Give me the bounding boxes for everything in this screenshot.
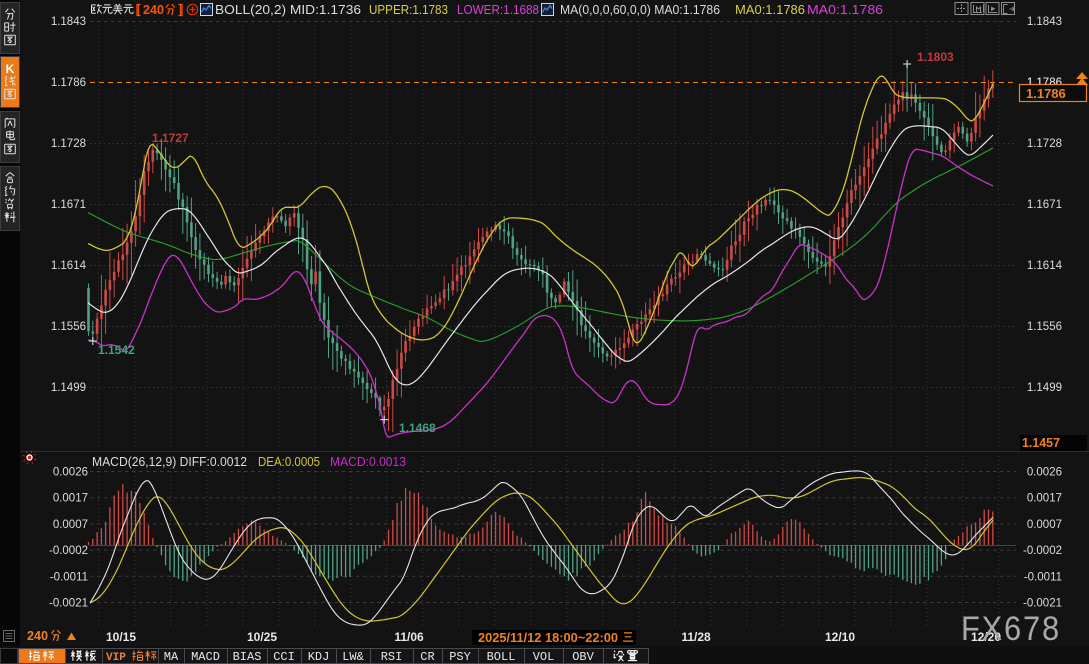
svg-text:1.1786: 1.1786	[51, 77, 86, 89]
svg-text:LW&: LW&	[342, 650, 364, 664]
svg-text:-0.0021: -0.0021	[49, 598, 88, 610]
svg-text:KDJ: KDJ	[308, 650, 330, 664]
svg-text:UPPER:1.1783: UPPER:1.1783	[369, 2, 448, 17]
svg-text:10/15: 10/15	[106, 630, 136, 644]
svg-text:1.1614: 1.1614	[51, 260, 87, 272]
svg-text:1.1556: 1.1556	[51, 321, 86, 333]
svg-text:12/10: 12/10	[825, 630, 855, 644]
svg-text:0.0026: 0.0026	[1027, 467, 1062, 479]
svg-text:MACD: MACD	[191, 650, 220, 664]
svg-text:CCI: CCI	[273, 650, 295, 664]
svg-text:0.0017: 0.0017	[53, 493, 88, 505]
svg-text:1.1556: 1.1556	[1027, 321, 1062, 333]
svg-text:1.1786: 1.1786	[1026, 86, 1066, 101]
svg-text:LOWER:1.1688: LOWER:1.1688	[457, 2, 539, 17]
svg-text:1.1843: 1.1843	[51, 16, 86, 28]
svg-text:BOLL: BOLL	[487, 650, 516, 664]
svg-text:-0.0002: -0.0002	[49, 545, 88, 557]
svg-text:1.1499: 1.1499	[1027, 382, 1062, 394]
svg-text:-0.0021: -0.0021	[1023, 598, 1062, 610]
svg-text:DEA:0.0005: DEA:0.0005	[258, 454, 320, 469]
svg-text:MACD(26,12,9) DIFF:0.0012: MACD(26,12,9) DIFF:0.0012	[92, 454, 247, 469]
svg-text:0.0026: 0.0026	[53, 467, 88, 479]
svg-text:1.1671: 1.1671	[51, 199, 86, 211]
svg-text:MA0:1.1786: MA0:1.1786	[735, 2, 805, 17]
svg-text:RSI: RSI	[381, 650, 403, 664]
svg-text:FX678: FX678	[961, 610, 1061, 648]
svg-text:1.1457: 1.1457	[1022, 436, 1060, 450]
svg-text:MACD:0.0013: MACD:0.0013	[330, 454, 406, 469]
svg-text:1.1843: 1.1843	[1027, 16, 1062, 28]
svg-text:PSY: PSY	[449, 650, 471, 664]
svg-text:1.1499: 1.1499	[51, 382, 86, 394]
svg-text:OBV: OBV	[572, 650, 594, 664]
svg-text:-0.0011: -0.0011	[50, 571, 88, 583]
svg-text:1.1803: 1.1803	[917, 50, 954, 64]
svg-text:MA0:1.1786: MA0:1.1786	[807, 2, 883, 17]
svg-text:10/25: 10/25	[247, 630, 277, 644]
svg-text:VOL: VOL	[533, 650, 555, 664]
svg-text:1.1671: 1.1671	[1027, 199, 1062, 211]
svg-text:1.1614: 1.1614	[1027, 260, 1063, 272]
svg-text:240: 240	[27, 629, 48, 643]
svg-text:2025/11/12 18:00~22:00: 2025/11/12 18:00~22:00	[478, 631, 618, 645]
svg-text:1.1468: 1.1468	[399, 421, 436, 435]
svg-text:-0.0002: -0.0002	[1023, 545, 1062, 557]
svg-text:1.1728: 1.1728	[51, 138, 86, 150]
svg-text:1.1542: 1.1542	[98, 343, 135, 357]
svg-text:11/28: 11/28	[681, 630, 711, 644]
svg-text:CR: CR	[420, 650, 434, 664]
svg-text:0.0007: 0.0007	[53, 519, 88, 531]
svg-text:MA: MA	[164, 650, 179, 664]
svg-text:0.0007: 0.0007	[1027, 519, 1062, 531]
svg-text:1.1727: 1.1727	[152, 131, 189, 145]
svg-text:VIP: VIP	[106, 652, 126, 664]
svg-text:MA(0,0,0,60,0,0) MA0:1.1786: MA(0,0,0,60,0,0) MA0:1.1786	[560, 2, 720, 17]
svg-text:K: K	[6, 62, 15, 76]
svg-text:BOLL(20,2) MID:1.1736: BOLL(20,2) MID:1.1736	[215, 2, 361, 17]
svg-text:1.1728: 1.1728	[1027, 138, 1062, 150]
svg-text:-0.0011: -0.0011	[1024, 571, 1062, 583]
svg-text:11/06: 11/06	[394, 630, 424, 644]
svg-text:0.0017: 0.0017	[1027, 493, 1062, 505]
svg-text:BIAS: BIAS	[233, 650, 262, 664]
svg-text:240: 240	[143, 2, 164, 17]
